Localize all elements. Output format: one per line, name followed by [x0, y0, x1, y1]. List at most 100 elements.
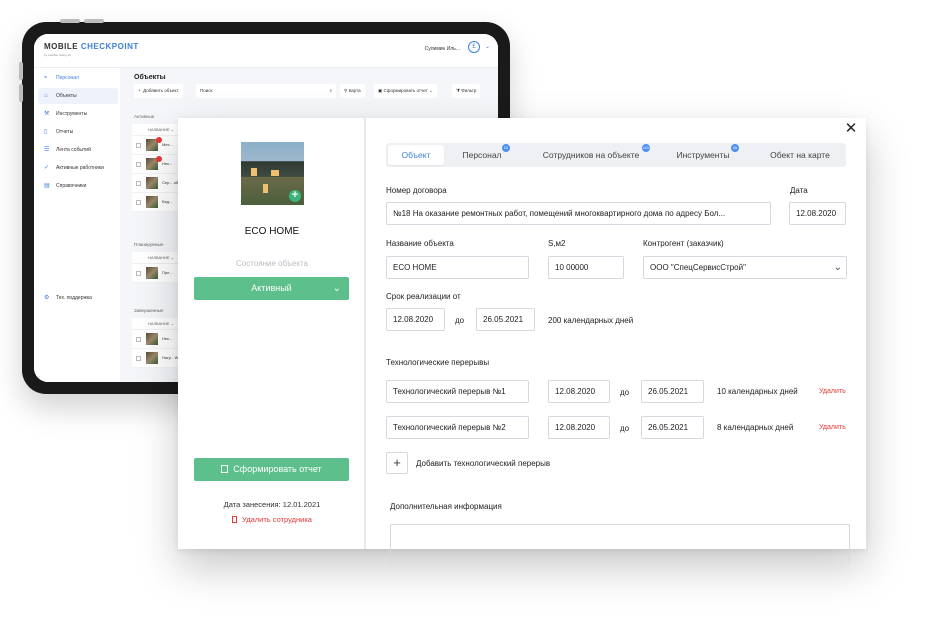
add-photo-icon[interactable]: + — [289, 190, 301, 202]
entry-date: Дата занесения: 12.01.2021 — [223, 500, 321, 509]
object-summary-panel: + ECO HOME Состояние объекта Активный ⌄ … — [178, 118, 366, 549]
tab-count-badge: 12 — [502, 144, 510, 152]
contract-label: Номер договора — [386, 186, 447, 195]
search-icon: ⌕ — [329, 88, 332, 93]
term-from-field[interactable]: 12.08.2020 — [386, 308, 445, 331]
tab-count-badge: 26 — [731, 144, 739, 152]
chevron-down-icon: ⌄ — [332, 283, 341, 294]
tab-tools[interactable]: Инструменты 26 — [668, 143, 739, 167]
report-button[interactable]: ▣ Сформировать отчет ⌄ — [374, 84, 437, 98]
break-to-field[interactable]: 26.05.2021 — [641, 380, 704, 403]
photo-window — [251, 168, 257, 176]
break-to-field[interactable]: 26.05.2021 — [641, 416, 704, 439]
break-name-field[interactable]: Технологический перерыв №1 — [386, 380, 529, 403]
row-checkbox[interactable] — [136, 181, 141, 186]
break-to-label: до — [620, 424, 630, 433]
state-select[interactable]: Активный ⌄ — [194, 277, 349, 300]
break-from-field[interactable]: 12.08.2020 — [548, 416, 610, 439]
delete-break-link[interactable]: Удалить — [819, 424, 846, 431]
section-finished-label: Завершенные — [134, 308, 164, 313]
row-checkbox[interactable] — [136, 356, 141, 361]
break-days: 10 календарных дней — [717, 387, 798, 396]
contractor-select[interactable]: ООО "СпецСервисСтрой" ⌄ — [643, 256, 847, 279]
add-object-button[interactable]: + Добавить объект — [134, 84, 183, 98]
photo-window — [271, 170, 279, 176]
tab-employees-on-site[interactable]: Сотрудников на объекте 110 — [532, 143, 650, 167]
sidebar-item-personnel[interactable]: ≈ Персонал — [38, 70, 118, 86]
section-planned-label: Планируемые — [134, 242, 164, 247]
sidebar-item-reports[interactable]: ▯ Отчеты — [38, 124, 118, 140]
extra-info-label: Дополнительная информация — [390, 502, 502, 511]
sidebar-item-support[interactable]: ⚙ Тех. поддержка — [38, 290, 118, 306]
check-icon: ✓ — [44, 165, 50, 171]
tablet-button — [84, 19, 104, 23]
area-field[interactable]: 10 00000 — [548, 256, 624, 279]
add-break-label[interactable]: Добавить технологический перерыв — [416, 459, 550, 468]
photo-window — [263, 184, 268, 193]
row-checkbox[interactable] — [136, 200, 141, 205]
state-label: Состояние объекта — [236, 259, 308, 268]
filter-button[interactable]: ⧩ Фильтр — [452, 84, 481, 98]
sidebar-item-objects[interactable]: ⌂ Объекты — [38, 88, 118, 104]
sidebar-item-events[interactable]: ☰ Лента событий — [38, 142, 118, 158]
term-to-label: до — [455, 316, 465, 325]
object-modal: + ECO HOME Состояние объекта Активный ⌄ … — [178, 118, 866, 564]
tab-object[interactable]: Объект — [388, 145, 444, 165]
chevron-down-icon[interactable]: ⌄ — [485, 43, 490, 50]
row-checkbox[interactable] — [136, 162, 141, 167]
tablet-side-button — [19, 62, 23, 80]
chevron-down-icon: ⌄ — [833, 262, 842, 273]
close-icon[interactable]: ✕ — [844, 121, 858, 136]
break-name-field[interactable]: Технологический перерыв №2 — [386, 416, 529, 439]
row-checkbox[interactable] — [136, 143, 141, 148]
break-from-field[interactable]: 12.08.2020 — [548, 380, 610, 403]
object-name: ECO HOME — [244, 226, 300, 237]
people-icon: ≈ — [44, 75, 48, 81]
user-name[interactable]: Сулимин Иль... — [425, 46, 460, 52]
sidebar-item-references[interactable]: ▤ Справочники — [38, 178, 118, 194]
object-thumbnail — [146, 352, 158, 364]
term-to-field[interactable]: 26.05.2021 — [476, 308, 535, 331]
object-name-field[interactable]: ECO HOME — [386, 256, 529, 279]
sidebar: ≈ Персонал ⌂ Объекты ⚒ Инструменты ▯ Отчеты … — [34, 68, 120, 382]
extra-info-textarea[interactable] — [390, 524, 850, 564]
tab-personnel[interactable]: Персонал 12 — [452, 143, 512, 167]
object-thumbnail — [146, 177, 158, 189]
generate-report-button[interactable]: Сформировать отчет — [194, 458, 349, 481]
date-field[interactable]: 12.08.2020 — [789, 202, 846, 225]
tab-object-map[interactable]: Обект на карте — [760, 143, 840, 167]
area-label: S,м2 — [548, 239, 566, 248]
object-thumbnail — [146, 333, 158, 345]
report-icon — [221, 465, 229, 473]
app-header: MOBILE CHECKPOINT by satellite.dialog.lt… — [34, 34, 498, 68]
object-name-label: Название объекта — [386, 239, 454, 248]
contract-field[interactable]: №18 На оказание ремонтных работ, помещен… — [386, 202, 771, 225]
filter-icon: ⧩ — [456, 88, 461, 93]
object-thumbnail — [146, 196, 158, 208]
gear-icon: ⚙ — [44, 295, 50, 301]
tablet-button — [60, 19, 80, 23]
break-days: 8 календарных дней — [717, 423, 794, 432]
break-to-label: до — [620, 388, 630, 397]
row-checkbox[interactable] — [136, 271, 141, 276]
object-thumbnail — [146, 267, 158, 279]
section-active-label: Активные — [134, 114, 155, 119]
delete-break-link[interactable]: Удалить — [819, 388, 846, 395]
trash-icon — [232, 516, 238, 523]
avatar[interactable]: £ — [468, 41, 480, 53]
date-label: Дата — [790, 186, 808, 195]
object-photo[interactable]: + — [241, 142, 304, 205]
sidebar-item-active-workers[interactable]: ✓ Активные работники — [38, 160, 118, 176]
add-break-button[interactable]: + — [386, 452, 408, 474]
app-logo[interactable]: MOBILE CHECKPOINT — [44, 42, 139, 51]
map-button[interactable]: ⚲ Карта — [340, 84, 365, 98]
search-input[interactable]: Поиск ⌕ — [196, 84, 336, 98]
app-logo-subtitle: by satellite.dialog.ltd — [44, 53, 72, 57]
sidebar-item-tools[interactable]: ⚒ Инструменты — [38, 106, 118, 122]
delete-employee-link[interactable]: Удалить сотрудника — [178, 515, 366, 524]
breaks-label: Технологические перерывы — [386, 358, 490, 367]
tab-count-badge: 110 — [642, 144, 650, 152]
map-icon: ⚲ — [344, 88, 348, 93]
row-checkbox[interactable] — [136, 337, 141, 342]
book-icon: ▤ — [44, 183, 50, 189]
